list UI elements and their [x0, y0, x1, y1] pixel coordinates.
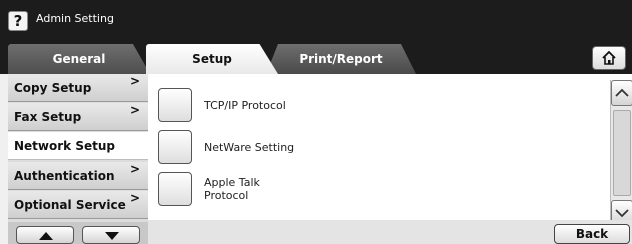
tab-general[interactable]: General [8, 44, 150, 74]
scrollbar[interactable] [610, 80, 632, 226]
page-up-button[interactable] [16, 226, 74, 244]
option-label: NetWare Setting [204, 140, 295, 154]
sidebar-item-fax-setup[interactable]: Fax Setup > [8, 103, 148, 131]
network-setup-panel: TCP/IP Protocol NetWare Setting Apple Ta… [148, 74, 632, 244]
scroll-up-button[interactable] [611, 80, 632, 106]
home-icon [602, 50, 616, 65]
bottom-bar: Back [148, 220, 632, 244]
help-button[interactable]: ? [8, 11, 28, 31]
sidebar-item-copy-setup[interactable]: Copy Setup > [8, 74, 148, 102]
sidebar-item-label: Network Setup [14, 139, 115, 153]
option-label: TCP/IP Protocol [204, 98, 286, 112]
title-bar: ? Admin Setting [0, 0, 632, 38]
sidebar: Copy Setup > Fax Setup > Network Setup A… [8, 74, 154, 244]
back-button[interactable]: Back [554, 224, 630, 244]
option-button[interactable] [158, 130, 192, 164]
chevron-up-icon [615, 88, 629, 97]
tab-print-report[interactable]: Print/Report [266, 44, 416, 74]
sidebar-item-authentication[interactable]: Authentication > [8, 162, 148, 190]
sidebar-item-label: Fax Setup [14, 110, 82, 124]
option-label-line: Protocol [204, 189, 249, 202]
home-button[interactable] [592, 46, 626, 70]
sidebar-item-optional-service[interactable]: Optional Service > [8, 191, 148, 219]
chevron-right-icon: > [129, 191, 140, 205]
option-label-line: Apple Talk [204, 176, 260, 189]
triangle-up-icon [39, 232, 53, 240]
chevron-right-icon: > [129, 103, 140, 117]
sidebar-item-network-setup[interactable]: Network Setup [8, 132, 154, 160]
option-apple-talk-protocol[interactable]: Apple Talk Protocol [158, 172, 458, 210]
window-title: Admin Setting [36, 12, 114, 25]
page-down-button[interactable] [82, 226, 140, 244]
option-tcp-ip-protocol[interactable]: TCP/IP Protocol [158, 88, 458, 126]
option-button[interactable] [158, 172, 192, 206]
tab-setup[interactable]: Setup [146, 44, 278, 74]
sidebar-page-nav [8, 222, 148, 244]
option-netware-setting[interactable]: NetWare Setting [158, 130, 458, 168]
scroll-thumb[interactable] [613, 110, 631, 196]
sidebar-item-label: Optional Service [14, 198, 126, 212]
triangle-down-icon [105, 232, 119, 240]
chevron-right-icon: > [129, 74, 140, 88]
admin-setting-screen: ? Admin Setting General Print/Report Set… [0, 0, 632, 244]
chevron-right-icon: > [129, 162, 140, 176]
sidebar-item-label: Copy Setup [14, 81, 92, 95]
tab-bar: General Print/Report Setup [0, 38, 632, 74]
option-button[interactable] [158, 88, 192, 122]
option-label: Apple Talk Protocol [204, 172, 260, 206]
sidebar-item-label: Authentication [14, 169, 115, 183]
